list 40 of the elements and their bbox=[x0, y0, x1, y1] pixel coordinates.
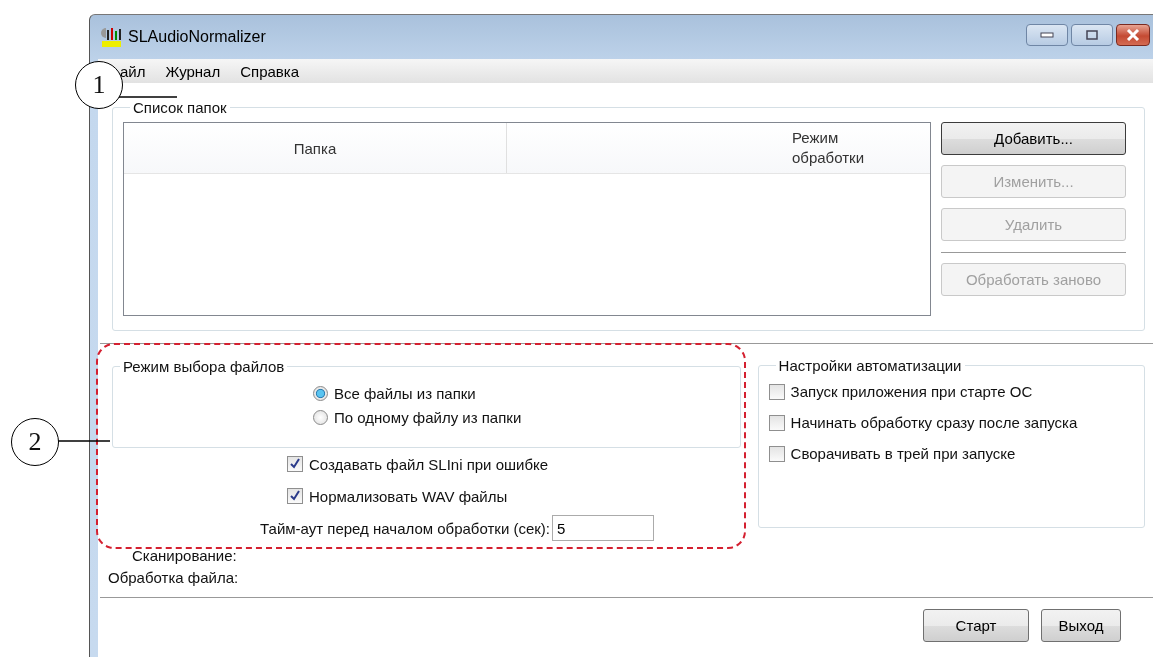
group-title: Настройки автоматизации bbox=[777, 357, 963, 374]
close-button[interactable] bbox=[1116, 24, 1150, 46]
menu-item[interactable]: Справка bbox=[240, 62, 300, 80]
maximize-button[interactable] bbox=[1071, 24, 1113, 46]
checkbox[interactable] bbox=[768, 445, 785, 462]
checkbox-label: Запуск приложения при старте ОС bbox=[790, 383, 1033, 400]
checkbox-label: Нормализовать WAV файлы bbox=[309, 487, 508, 505]
equalizer-icon bbox=[100, 26, 122, 48]
checkbox[interactable] bbox=[287, 456, 303, 472]
menu-item[interactable]: Журнал bbox=[165, 62, 221, 80]
group-title: Список папок bbox=[132, 99, 228, 116]
folder-button[interactable]: Добавить... bbox=[941, 122, 1126, 155]
window-title: SLAudioNormalizer bbox=[128, 28, 266, 46]
timeout-label: Тайм-аут перед началом обработки (сек): bbox=[259, 519, 551, 537]
maximize-icon bbox=[1086, 30, 1098, 40]
status-label: Сканирование: bbox=[131, 546, 238, 566]
group-title: Режим выбора файлов bbox=[122, 358, 286, 375]
checkbox-label: Сворачивать в трей при запуске bbox=[790, 445, 1016, 462]
close-icon bbox=[1126, 29, 1140, 41]
checkbox-label: Начинать обработку сразу после запуска bbox=[790, 414, 1078, 431]
checkbox[interactable] bbox=[768, 383, 785, 400]
radio-label: Все файлы из папки bbox=[334, 384, 476, 402]
radio-button[interactable] bbox=[313, 409, 328, 425]
column-header[interactable]: Папка bbox=[124, 123, 507, 173]
checkbox[interactable] bbox=[287, 488, 303, 504]
dialog-button[interactable]: Выход bbox=[1041, 609, 1121, 642]
minimize-button[interactable] bbox=[1026, 24, 1068, 46]
status-label: Обработка файла: bbox=[108, 568, 240, 588]
radio-button[interactable] bbox=[313, 385, 328, 401]
timeout-field[interactable]: 5 bbox=[552, 515, 654, 541]
minimize-icon bbox=[1040, 32, 1054, 38]
callout-number: 2 bbox=[11, 418, 59, 466]
dialog-button[interactable]: Старт bbox=[923, 609, 1029, 642]
leader-line bbox=[117, 96, 177, 98]
column-header[interactable]: Режим обработки bbox=[792, 123, 902, 173]
checkbox[interactable] bbox=[768, 414, 785, 431]
menu-item[interactable]: айл bbox=[120, 62, 146, 80]
leader-line bbox=[58, 440, 110, 442]
radio-label: По одному файлу из папки bbox=[334, 408, 522, 426]
checkbox-label: Создавать файл SLIni при ошибке bbox=[309, 455, 549, 473]
